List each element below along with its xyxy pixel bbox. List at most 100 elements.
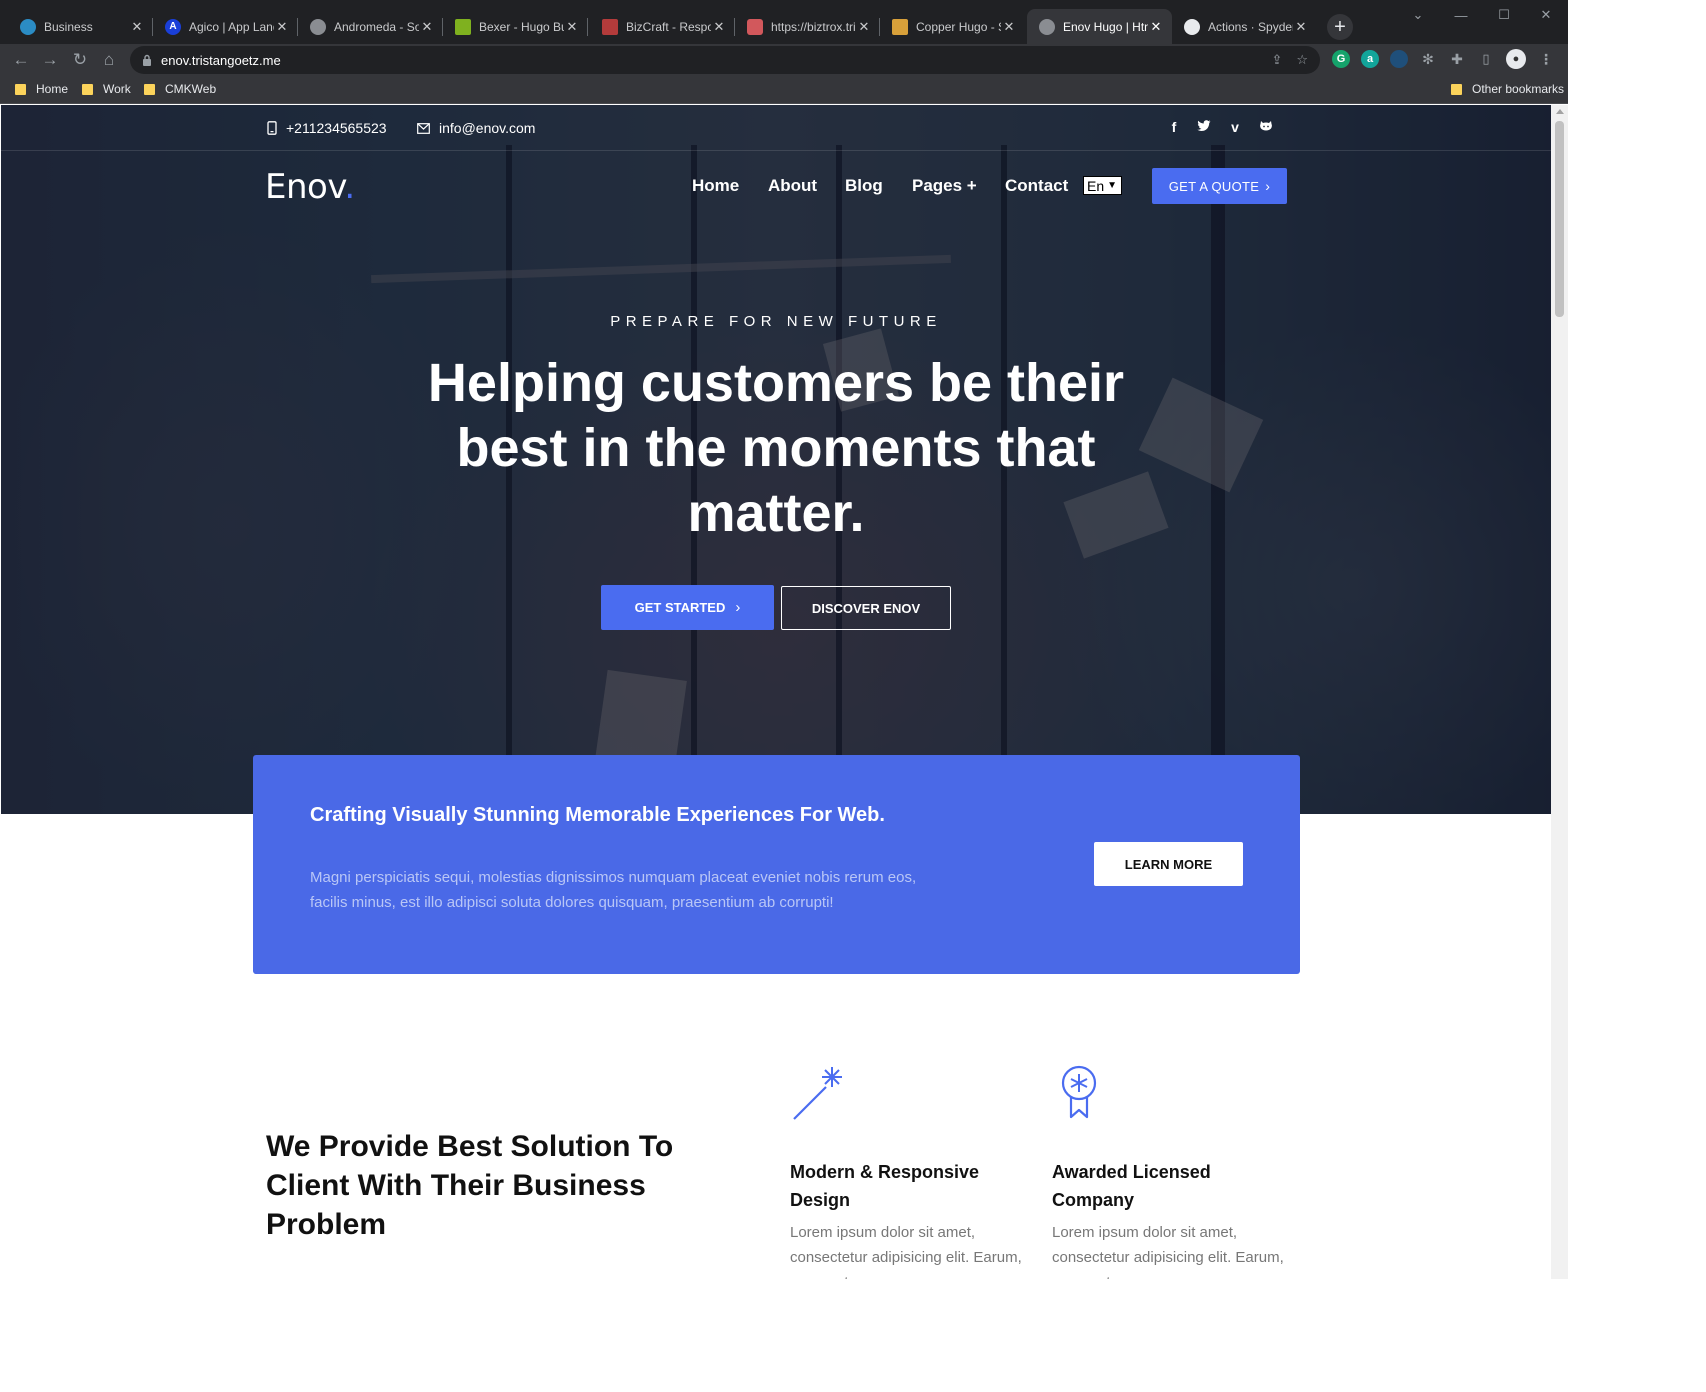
chevron-down-icon: ▼	[1107, 180, 1118, 191]
github-icon[interactable]	[1259, 119, 1273, 135]
email-contact[interactable]: info@enov.com	[417, 120, 535, 136]
profile-avatar[interactable]: ●	[1506, 49, 1526, 69]
tab-favicon	[455, 18, 471, 35]
scroll-up-icon[interactable]	[1556, 109, 1564, 114]
nav-pages[interactable]: Pages +	[912, 176, 977, 196]
tab-favicon: A	[165, 18, 181, 35]
feature-text: Lorem ipsum dolor sit amet, consectetur …	[790, 1224, 1022, 1279]
tab-favicon	[1039, 18, 1055, 35]
folder-icon	[82, 83, 93, 95]
browser-tab-active[interactable]: Enov Hugo | Htm ✕	[1027, 9, 1172, 44]
forward-icon[interactable]: →	[39, 49, 61, 71]
tab-search-icon[interactable]: ⌄	[1398, 0, 1438, 30]
extensions-puzzle-icon[interactable]: ✚	[1448, 50, 1466, 68]
other-bookmarks[interactable]: Other bookmarks	[1451, 82, 1564, 96]
scrollbar-thumb[interactable]	[1555, 121, 1564, 317]
close-icon[interactable]: ✕	[419, 19, 435, 35]
solutions-heading: We Provide Best Solution To Client With …	[266, 1130, 674, 1241]
hero-headline: Helping customers be their best in the m…	[427, 353, 1125, 543]
vimeo-icon[interactable]: v	[1228, 119, 1242, 135]
tab-favicon	[20, 18, 36, 35]
menu-kebab-icon[interactable]: ⋮	[1537, 50, 1555, 68]
site-logo[interactable]: Enov.	[265, 167, 355, 207]
close-icon[interactable]: ✕	[711, 19, 727, 35]
magic-wand-icon	[793, 1067, 842, 1120]
tab-title: https://biztrox.tri	[771, 19, 856, 34]
reload-icon[interactable]: ↻	[69, 49, 91, 71]
tab-favicon	[310, 18, 326, 35]
maximize-icon[interactable]: ☐	[1484, 0, 1524, 30]
close-icon[interactable]: ✕	[1293, 19, 1309, 35]
feature-text: Lorem ipsum dolor sit amet, consectetur …	[1052, 1224, 1284, 1279]
tab-title: Copper Hugo - S	[916, 19, 1001, 34]
grammarly-icon[interactable]: G	[1332, 50, 1350, 68]
extension-a-icon[interactable]: a	[1361, 50, 1379, 68]
bookmark-star-icon[interactable]: ☆	[1296, 52, 1308, 68]
minimize-icon[interactable]: —	[1441, 0, 1481, 30]
tab-title: Business	[44, 19, 93, 34]
close-icon[interactable]: ✕	[1001, 19, 1017, 35]
language-select[interactable]: En ▼	[1083, 176, 1122, 195]
browser-tab[interactable]: Bexer - Hugo Bus ✕	[443, 9, 588, 44]
phone-number: +211234565523	[286, 120, 387, 136]
twitter-icon[interactable]	[1197, 119, 1211, 135]
folder-icon	[144, 83, 155, 95]
bookmark-home[interactable]: Home	[15, 82, 68, 96]
nav-blog[interactable]: Blog	[845, 176, 883, 196]
get-started-button[interactable]: GET STARTED ›	[601, 585, 774, 630]
browser-tab[interactable]: BizCraft - Respon ✕	[590, 9, 735, 44]
side-panel-icon[interactable]: ▯	[1477, 50, 1495, 68]
cta-text: Magni perspiciatis sequi, molestias dign…	[310, 869, 917, 911]
page-viewport: +211234565523 info@enov.com f v Enov. Ho…	[1, 105, 1551, 1279]
close-icon[interactable]: ✕	[856, 19, 872, 35]
react-devtools-icon[interactable]: ✻	[1419, 50, 1437, 68]
browser-tab[interactable]: Business ✕	[8, 9, 153, 44]
home-icon[interactable]: ⌂	[98, 49, 120, 71]
nav-home[interactable]: Home	[692, 176, 739, 196]
address-bar[interactable]: enov.tristangoetz.me ⇪ ☆	[130, 46, 1320, 74]
get-quote-button[interactable]: GET A QUOTE ›	[1152, 168, 1287, 204]
browser-tab[interactable]: Andromeda - Sof ✕	[298, 9, 443, 44]
lock-icon	[143, 54, 151, 66]
close-window-icon[interactable]: ✕	[1526, 0, 1566, 30]
facebook-icon[interactable]: f	[1167, 119, 1181, 135]
envelope-icon	[417, 122, 430, 134]
browser-toolbar: ← → ↻ ⌂ enov.tristangoetz.me ⇪ ☆ G a ✻ ✚…	[0, 44, 1568, 76]
share-icon[interactable]: ⇪	[1271, 52, 1282, 68]
folder-icon	[15, 83, 26, 95]
url-text: enov.tristangoetz.me	[161, 52, 281, 68]
bookmark-work[interactable]: Work	[82, 82, 131, 96]
new-tab-button[interactable]: +	[1327, 14, 1353, 40]
close-icon[interactable]: ✕	[1148, 19, 1164, 35]
tab-title: Actions · SpyderH	[1208, 19, 1293, 34]
browser-tab[interactable]: Actions · SpyderH ✕	[1172, 9, 1317, 44]
back-icon[interactable]: ←	[10, 49, 32, 71]
tab-favicon	[602, 18, 618, 35]
bookmarks-bar: Home Work CMKWeb Other bookmarks	[0, 76, 1568, 104]
learn-more-button[interactable]: LEARN MORE	[1094, 842, 1243, 886]
feature-title: Awarded Licensed Company	[1052, 1162, 1211, 1210]
chevron-right-icon: ›	[1265, 178, 1271, 194]
feature-card: Modern & Responsive Design Lorem ipsum d…	[790, 1063, 1035, 1279]
nav-about[interactable]: About	[768, 176, 817, 196]
folder-icon	[1451, 83, 1462, 95]
close-icon[interactable]: ✕	[129, 19, 145, 35]
extension-icon[interactable]	[1390, 50, 1408, 68]
close-icon[interactable]: ✕	[564, 19, 580, 35]
phone-contact[interactable]: +211234565523	[267, 120, 387, 136]
bookmark-cmkweb[interactable]: CMKWeb	[144, 82, 216, 96]
cta-title: Crafting Visually Stunning Memorable Exp…	[310, 804, 885, 826]
discover-button[interactable]: DISCOVER ENOV	[781, 586, 951, 630]
feature-card: Awarded Licensed Company Lorem ipsum dol…	[1052, 1063, 1297, 1279]
phone-icon	[267, 121, 277, 135]
hero-kicker: PREPARE FOR NEW FUTURE	[610, 313, 942, 330]
close-icon[interactable]: ✕	[274, 19, 290, 35]
browser-tab[interactable]: https://biztrox.tri ✕	[735, 9, 880, 44]
browser-tab[interactable]: A Agico | App Landi ✕	[153, 9, 298, 44]
browser-tab[interactable]: Copper Hugo - S ✕	[880, 9, 1025, 44]
hero-section: +211234565523 info@enov.com f v Enov. Ho…	[1, 105, 1551, 814]
page-scrollbar[interactable]	[1551, 105, 1568, 1279]
tab-title: BizCraft - Respon	[626, 19, 711, 34]
browser-tab-strip: Business ✕ A Agico | App Landi ✕ Androme…	[0, 0, 1568, 44]
nav-contact[interactable]: Contact	[1005, 176, 1068, 196]
